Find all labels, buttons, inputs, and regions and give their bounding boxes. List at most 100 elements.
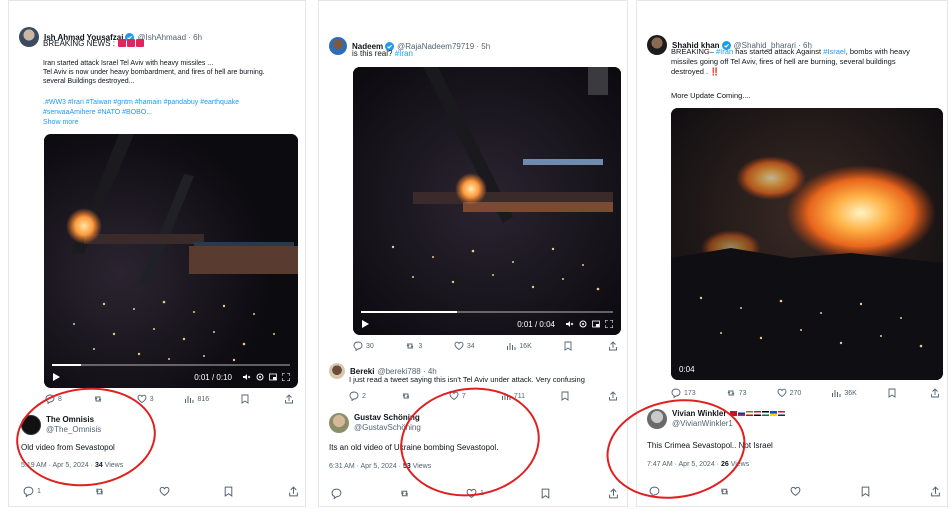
avatar[interactable] xyxy=(21,415,41,435)
play-icon[interactable] xyxy=(361,320,369,328)
reply-icon xyxy=(671,388,681,398)
reply-button[interactable]: 30 xyxy=(353,341,374,351)
reply-meta: 5:19 AM · Apr 5, 2024 · 34 Views xyxy=(21,462,123,469)
tweet-body: Iran started attack Israel Tel Aviv with… xyxy=(43,59,265,86)
reply-timestamp[interactable]: 7:47 AM · Apr 5, 2024 · xyxy=(647,461,721,468)
hashtag-line[interactable]: #serwaaAmihere #NATO #BOBO... xyxy=(43,108,239,118)
views-button[interactable]: 816 xyxy=(184,394,209,404)
bookmark-icon[interactable] xyxy=(860,486,871,497)
body-text: is this real? xyxy=(352,49,393,58)
video-player[interactable]: 0:01 / 0:04 xyxy=(353,67,621,335)
hashtag-line[interactable]: .#WW3 #Iran #Taiwan #gntm #hamain #panda… xyxy=(43,98,239,108)
share-button[interactable] xyxy=(608,391,621,401)
bookmark-button[interactable] xyxy=(887,388,900,398)
share-button[interactable] xyxy=(930,388,943,398)
tweet-card-2: Nadeem @RajaNadeem79719 · 5h is this rea… xyxy=(318,0,628,507)
reply-count: 2 xyxy=(362,392,366,400)
fullscreen-icon[interactable] xyxy=(605,320,613,328)
bookmark-icon[interactable] xyxy=(540,488,551,499)
share-button[interactable] xyxy=(284,394,297,404)
reply-icon[interactable] xyxy=(649,486,660,497)
views-button[interactable]: 16K xyxy=(506,341,532,351)
views-button[interactable]: 36K xyxy=(831,388,857,398)
video-frame xyxy=(671,108,943,380)
heart-icon[interactable] xyxy=(159,486,170,497)
flag-icon xyxy=(777,411,785,416)
show-more-link[interactable]: Show more xyxy=(43,118,239,128)
like-button[interactable]: 34 xyxy=(454,341,475,351)
repost-button[interactable]: 3 xyxy=(405,341,422,351)
flag-icon xyxy=(761,411,769,416)
body-line: missiles going off Tel Aviv, fires of he… xyxy=(671,57,896,66)
mute-icon[interactable] xyxy=(566,320,574,328)
body-text: destroyed . xyxy=(671,67,709,76)
avatar[interactable] xyxy=(329,363,345,379)
video-time: 0:01 / 0:04 xyxy=(517,319,555,329)
hashtag[interactable]: #Israel xyxy=(823,47,846,56)
share-icon[interactable] xyxy=(288,486,299,497)
repost-count: 73 xyxy=(738,389,747,397)
reply-button[interactable]: 173 xyxy=(671,388,696,398)
bookmark-button[interactable] xyxy=(563,341,576,351)
reply-icon xyxy=(45,394,55,404)
views-button[interactable]: 711 xyxy=(501,391,525,401)
settings-gear-icon[interactable] xyxy=(579,320,587,328)
hashtag[interactable]: #Iran xyxy=(716,47,733,56)
video-controls: 0:01 / 0:10 xyxy=(44,366,298,388)
reply-author-name[interactable]: Vivian Winkler xyxy=(672,409,726,418)
avatar[interactable] xyxy=(19,27,39,47)
play-icon[interactable] xyxy=(52,373,60,381)
reply-button[interactable]: 8 xyxy=(45,394,62,404)
bookmark-icon[interactable] xyxy=(223,486,234,497)
body-line: Tel Aviv is now under heavy bombardment,… xyxy=(43,69,265,76)
video-frame xyxy=(44,134,298,388)
reply-author-handle[interactable]: @VivianWinkler1 xyxy=(672,419,785,429)
share-icon[interactable] xyxy=(930,486,941,497)
hashtag[interactable]: #Iran xyxy=(395,49,413,58)
reply-button[interactable]: 1 xyxy=(23,486,41,497)
pip-icon[interactable] xyxy=(592,320,600,328)
hashtags[interactable]: .#WW3 #Iran #Taiwan #gntm #hamain #panda… xyxy=(43,98,239,128)
flag-icon xyxy=(753,411,761,416)
settings-gear-icon[interactable] xyxy=(256,373,264,381)
video-time: 0:01 / 0:10 xyxy=(194,372,232,382)
repost-icon[interactable] xyxy=(399,488,410,499)
reply-author-handle[interactable]: @GustavSchöning xyxy=(354,423,421,433)
avatar[interactable] xyxy=(329,37,347,55)
views-chart-icon xyxy=(832,390,841,397)
repost-button[interactable] xyxy=(401,391,414,401)
like-button[interactable]: 7 xyxy=(449,391,466,401)
reply-timestamp[interactable]: 5:19 AM · Apr 5, 2024 · xyxy=(21,462,95,469)
avatar[interactable] xyxy=(647,35,667,55)
fullscreen-icon[interactable] xyxy=(282,373,290,381)
share-button[interactable] xyxy=(608,341,621,351)
reply-author-name[interactable]: The Omnisis xyxy=(46,415,101,425)
reply-timestamp[interactable]: 6:31 AM · Apr 5, 2024 · xyxy=(329,463,403,470)
bookmark-button[interactable] xyxy=(240,394,253,404)
repost-button[interactable] xyxy=(93,394,106,404)
like-button[interactable]: 270 xyxy=(777,388,801,398)
author-handle[interactable]: @IshAhmaad · 6h xyxy=(137,33,202,42)
repost-icon xyxy=(407,343,414,349)
reply-icon[interactable] xyxy=(331,488,342,499)
avatar[interactable] xyxy=(647,409,667,429)
video-player[interactable]: 0:04 xyxy=(671,108,943,380)
pip-icon[interactable] xyxy=(269,373,277,381)
share-icon[interactable] xyxy=(608,488,619,499)
bookmark-button[interactable] xyxy=(560,391,573,401)
reply-views-label: Views xyxy=(104,462,124,469)
repost-icon[interactable] xyxy=(94,486,105,497)
reply-author-name[interactable]: Gustav Schöning xyxy=(354,413,421,423)
heart-icon[interactable] xyxy=(790,486,801,497)
reply-button[interactable]: 2 xyxy=(349,391,366,401)
video-player[interactable]: 0:01 / 0:10 xyxy=(44,134,298,388)
video-time: 0:04 xyxy=(679,364,695,374)
mute-icon[interactable] xyxy=(243,373,251,381)
reply-author-handle[interactable]: @The_Omnisis xyxy=(46,425,101,435)
avatar[interactable] xyxy=(329,413,349,433)
like-count: 34 xyxy=(466,342,475,350)
repost-button[interactable]: 73 xyxy=(726,388,747,398)
like-button[interactable]: 1 xyxy=(466,488,484,499)
like-button[interactable]: 3 xyxy=(137,394,154,404)
repost-icon[interactable] xyxy=(719,486,730,497)
